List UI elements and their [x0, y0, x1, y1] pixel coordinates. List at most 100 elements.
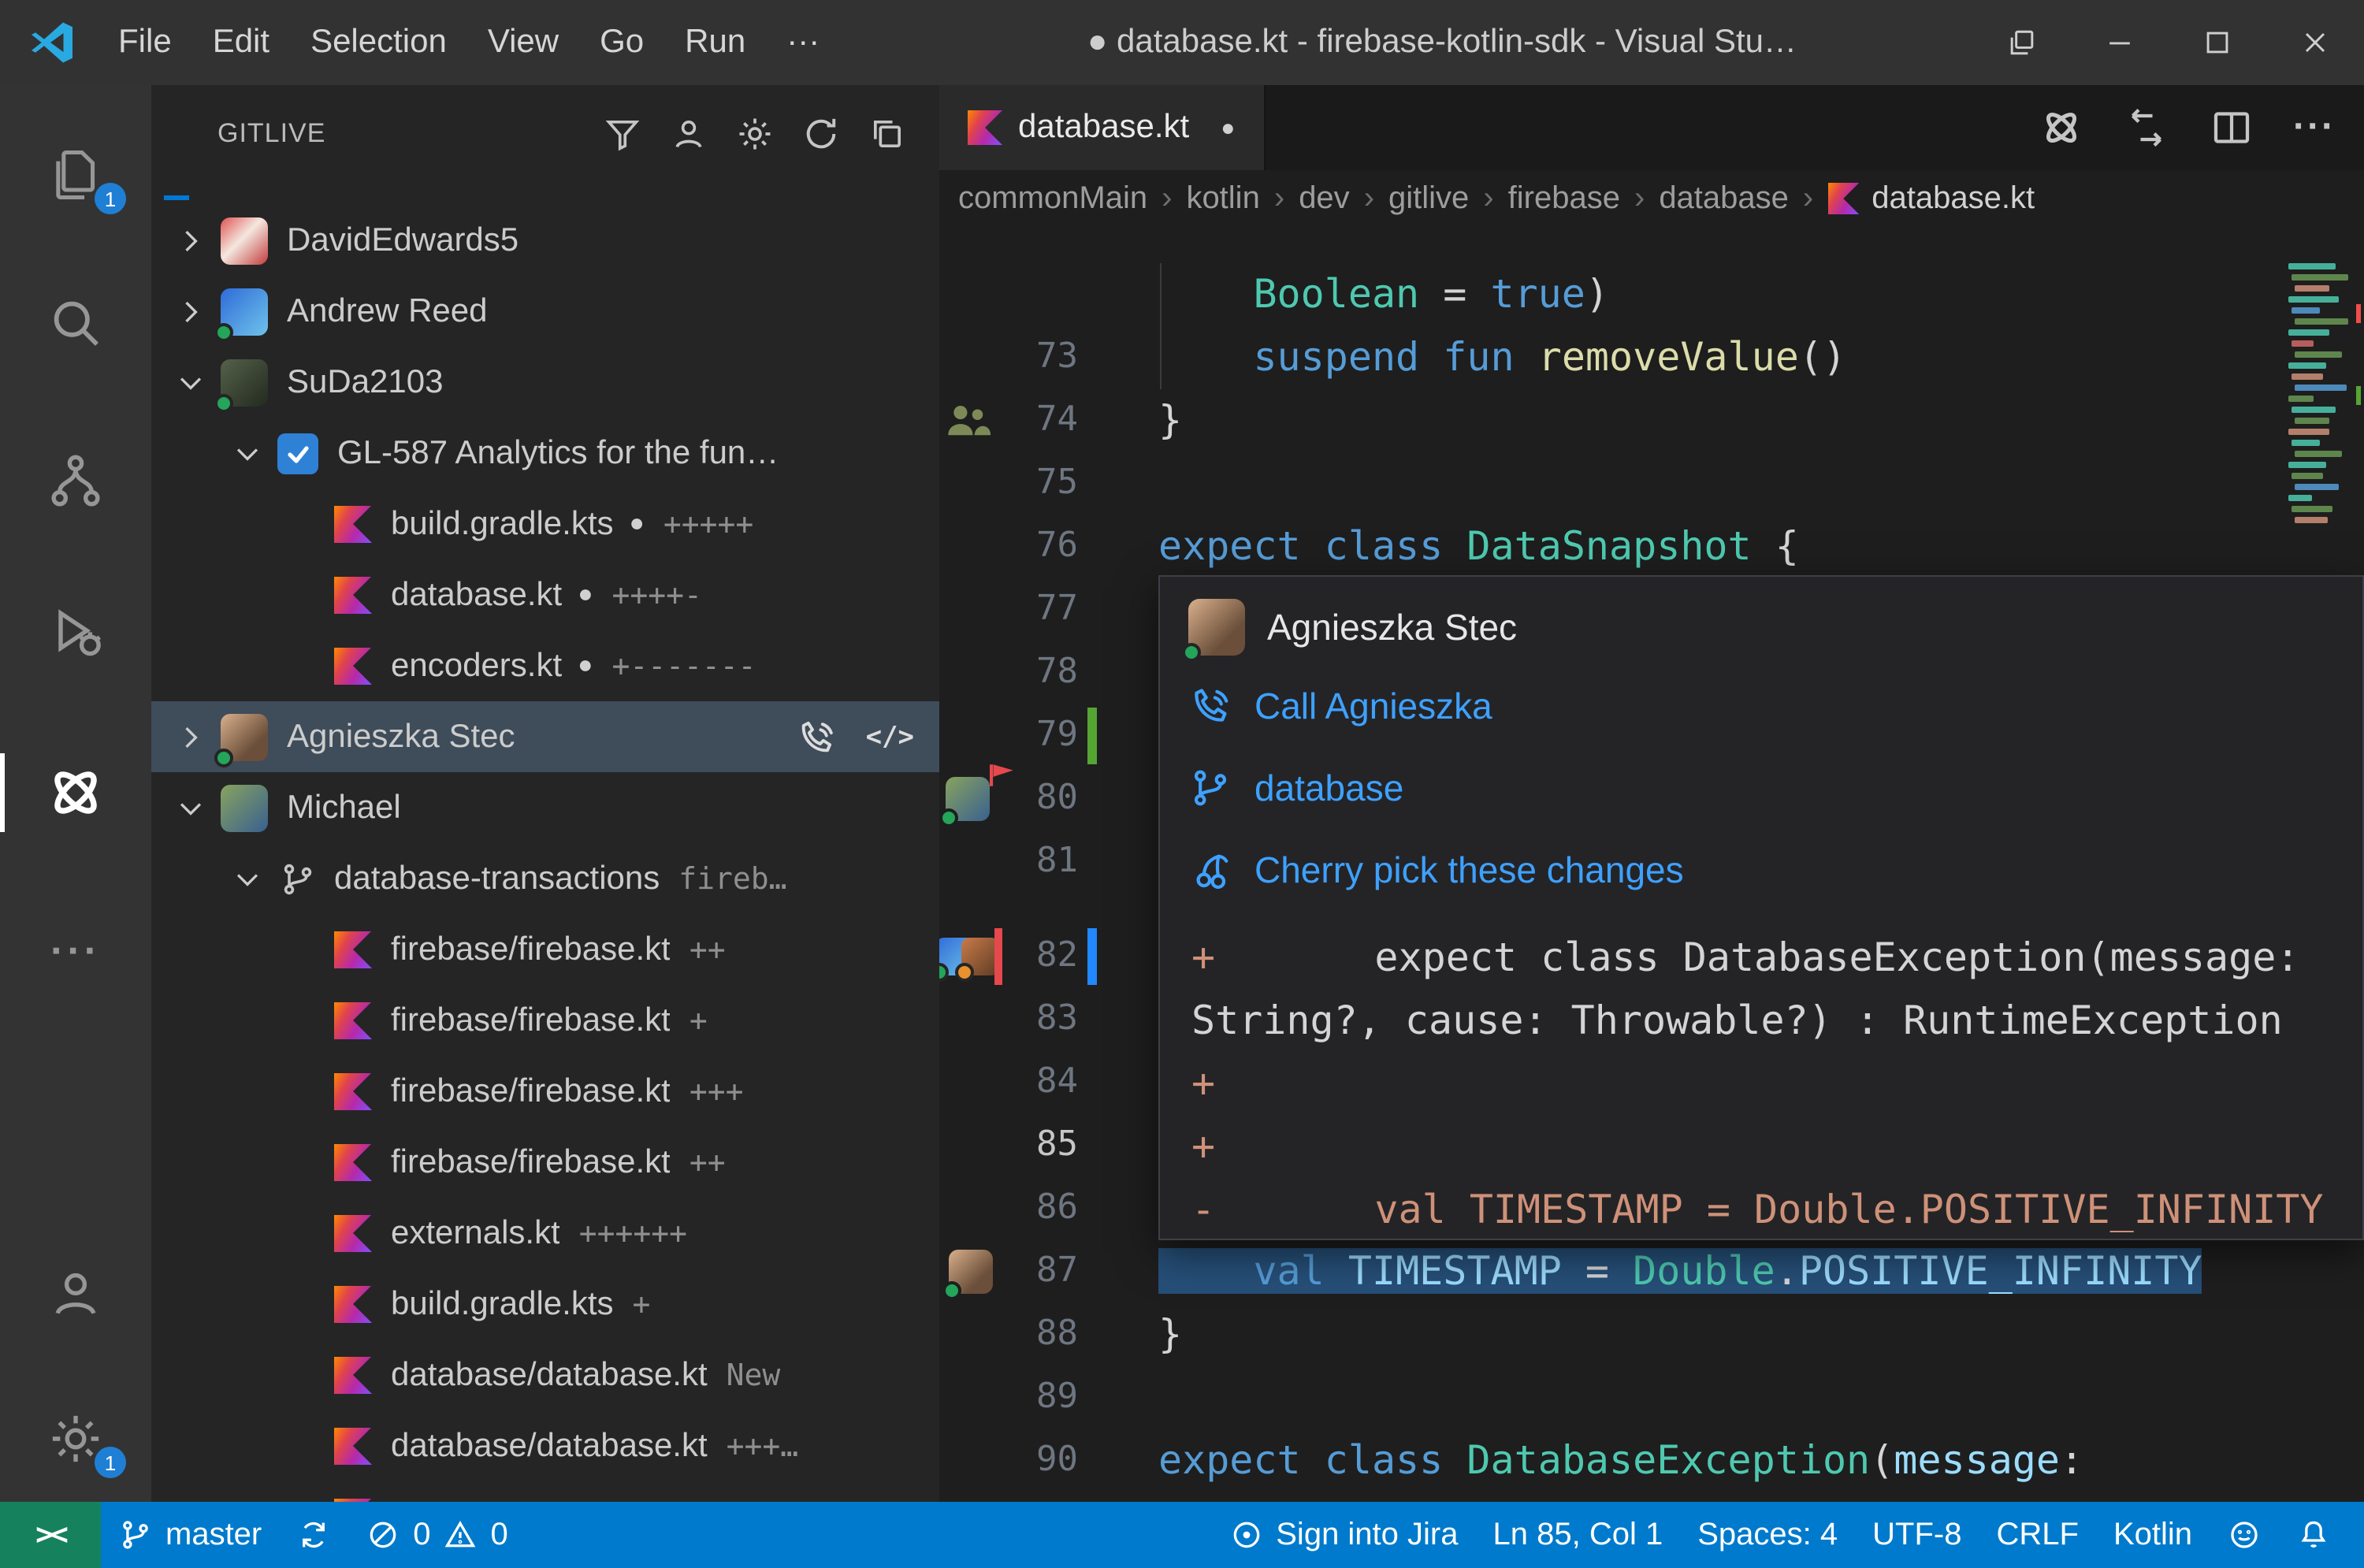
indentation-status[interactable]: Spaces: 4 [1680, 1502, 1855, 1568]
chevron-down-icon[interactable] [227, 433, 268, 474]
line-number[interactable]: 88 [1002, 1303, 1078, 1366]
tree-row-suda2103[interactable]: SuDa2103 [151, 347, 939, 418]
code-line-88[interactable]: 88} [939, 1303, 2364, 1366]
line-number[interactable]: 75 [1002, 452, 1078, 515]
source-control-icon[interactable] [0, 435, 151, 526]
breadcrumb-item-database[interactable]: database [1659, 180, 1789, 217]
code-line-wrap[interactable]: Boolean = true) [939, 263, 2364, 326]
breadcrumb-item-firebase[interactable]: firebase [1508, 180, 1620, 217]
file-row-externals-kt[interactable]: externals.kt++++++ [151, 1198, 939, 1269]
more-actions-icon[interactable]: ··· [2293, 106, 2336, 150]
code-line-87[interactable]: 87 val TIMESTAMP = Double.POSITIVE_INFIN… [939, 1240, 2364, 1303]
menu-go[interactable]: Go [579, 0, 664, 85]
line-number[interactable]: 85 [1002, 1114, 1078, 1177]
close-button[interactable] [2266, 0, 2364, 85]
line-number[interactable]: 78 [1002, 641, 1078, 704]
chevron-right-icon[interactable] [170, 220, 211, 261]
file-row-firebase-firebase-kt[interactable]: firebase/firebase.kt+ [151, 985, 939, 1056]
branch-status[interactable]: master [101, 1502, 279, 1568]
remote-indicator[interactable]: >< [0, 1502, 101, 1568]
chevron-down-icon[interactable] [170, 362, 211, 403]
breadcrumb-item-commonmain[interactable]: commonMain [958, 180, 1147, 217]
line-number[interactable]: 82 [1002, 925, 1078, 988]
menu-selection[interactable]: Selection [290, 0, 467, 85]
tree-row-gl-587-analytics-for-the-fun[interactable]: GL-587 Analytics for the fun… [151, 418, 939, 489]
split-editor-icon[interactable] [2208, 104, 2255, 151]
line-number[interactable]: 79 [1002, 704, 1078, 767]
task-checkbox[interactable] [277, 433, 318, 474]
line-number[interactable]: 90 [1002, 1429, 1078, 1492]
tree-row-andrew-reed[interactable]: Andrew Reed [151, 276, 939, 347]
tree-row-michael[interactable]: Michael [151, 772, 939, 843]
popup-link-call-agnieszka[interactable]: Call Agnieszka [1188, 665, 2362, 747]
popup-link-database[interactable]: database [1188, 747, 2362, 829]
accounts-icon[interactable] [665, 110, 712, 158]
line-number[interactable]: 87 [1002, 1240, 1078, 1303]
line-number[interactable]: 73 [1002, 326, 1078, 389]
layout-toggle-icon[interactable] [1973, 0, 2071, 85]
file-row-database-database-kt[interactable]: database/database.kt+++… [151, 1410, 939, 1481]
menu-view[interactable]: View [467, 0, 579, 85]
cursor-position[interactable]: Ln 85, Col 1 [1476, 1502, 1681, 1568]
menu-edit[interactable]: Edit [192, 0, 290, 85]
problems-status[interactable]: 0 0 [348, 1502, 526, 1568]
chevron-right-icon[interactable] [170, 716, 211, 757]
code-line-89[interactable]: 89 [939, 1366, 2364, 1429]
breadcrumb-item-database-kt[interactable]: database.kt [1827, 180, 2035, 217]
gitlive-icon[interactable] [0, 747, 151, 838]
file-row-firebase-firebase-kt[interactable]: firebase/firebase.kt+++ [151, 1056, 939, 1127]
collapse-all-icon[interactable] [864, 110, 911, 158]
popup-link-cherry-pick-these-changes[interactable]: Cherry pick these changes [1188, 829, 2362, 911]
open-changes-icon[interactable] [2123, 104, 2170, 151]
minimap[interactable] [2288, 263, 2361, 570]
chevron-down-icon[interactable] [227, 858, 268, 899]
run-debug-icon[interactable] [0, 586, 151, 678]
sync-button[interactable] [279, 1502, 348, 1568]
file-row-database-database-kt[interactable]: database/database.ktNew [151, 1339, 939, 1410]
file-row-database-database-kt[interactable]: database/database.kt+++ [151, 1481, 939, 1502]
notifications-bell-icon[interactable] [2279, 1502, 2348, 1568]
tree-row-agnieszka-stec[interactable]: Agnieszka Stec</> [151, 701, 939, 772]
line-number[interactable] [1002, 1492, 1078, 1502]
feedback-icon[interactable] [2210, 1502, 2279, 1568]
code-line-wrap[interactable]: String?, cause: Throwable?) : [939, 1492, 2364, 1502]
line-number[interactable]: 86 [1002, 1177, 1078, 1240]
code-line-74[interactable]: 74} [939, 389, 2364, 452]
line-number[interactable]: 83 [1002, 988, 1078, 1051]
breadcrumb-item-kotlin[interactable]: kotlin [1186, 180, 1259, 217]
file-row-database-kt[interactable]: database.kt●++++- [151, 559, 939, 630]
more-views-icon[interactable]: ··· [0, 905, 151, 996]
search-icon[interactable] [0, 277, 151, 369]
breadcrumb-item-gitlive[interactable]: gitlive [1388, 180, 1469, 217]
line-number[interactable] [1002, 263, 1078, 326]
line-number[interactable]: 81 [1002, 830, 1078, 894]
chevron-right-icon[interactable] [170, 291, 211, 332]
minimize-button[interactable] [2071, 0, 2169, 85]
tree-row-davidedwards5[interactable]: DavidEdwards5 [151, 205, 939, 276]
call-user-button[interactable] [797, 716, 838, 757]
breadcrumb-item-dev[interactable]: dev [1299, 180, 1350, 217]
tab-database-kt[interactable]: database.kt ● [939, 85, 1265, 170]
jira-status[interactable]: Sign into Jira [1211, 1502, 1475, 1568]
line-number[interactable]: 84 [1002, 1051, 1078, 1114]
settings-gear-icon[interactable]: 1 [0, 1393, 151, 1484]
chevron-down-icon[interactable] [170, 787, 211, 828]
encoding-status[interactable]: UTF-8 [1855, 1502, 1979, 1568]
explorer-icon[interactable]: 1 [0, 129, 151, 221]
eol-status[interactable]: CRLF [1979, 1502, 2095, 1568]
settings-icon[interactable] [731, 110, 779, 158]
file-row-build-gradle-kts[interactable]: build.gradle.kts+ [151, 1269, 939, 1339]
menu-file[interactable]: File [98, 0, 192, 85]
gitlive-icon[interactable] [2038, 104, 2085, 151]
filter-icon[interactable] [599, 110, 646, 158]
line-number[interactable]: 74 [1002, 389, 1078, 452]
code-line-76[interactable]: 76expect class DataSnapshot { [939, 515, 2364, 578]
menu-run[interactable]: Run [664, 0, 766, 85]
language-status[interactable]: Kotlin [2096, 1502, 2210, 1568]
line-number[interactable]: 89 [1002, 1366, 1078, 1429]
code-line-73[interactable]: 73 suspend fun removeValue() [939, 326, 2364, 389]
file-row-build-gradle-kts[interactable]: build.gradle.kts●+++++ [151, 489, 939, 559]
account-icon[interactable] [0, 1248, 151, 1339]
code-line-75[interactable]: 75 [939, 452, 2364, 515]
line-number[interactable]: 77 [1002, 578, 1078, 641]
